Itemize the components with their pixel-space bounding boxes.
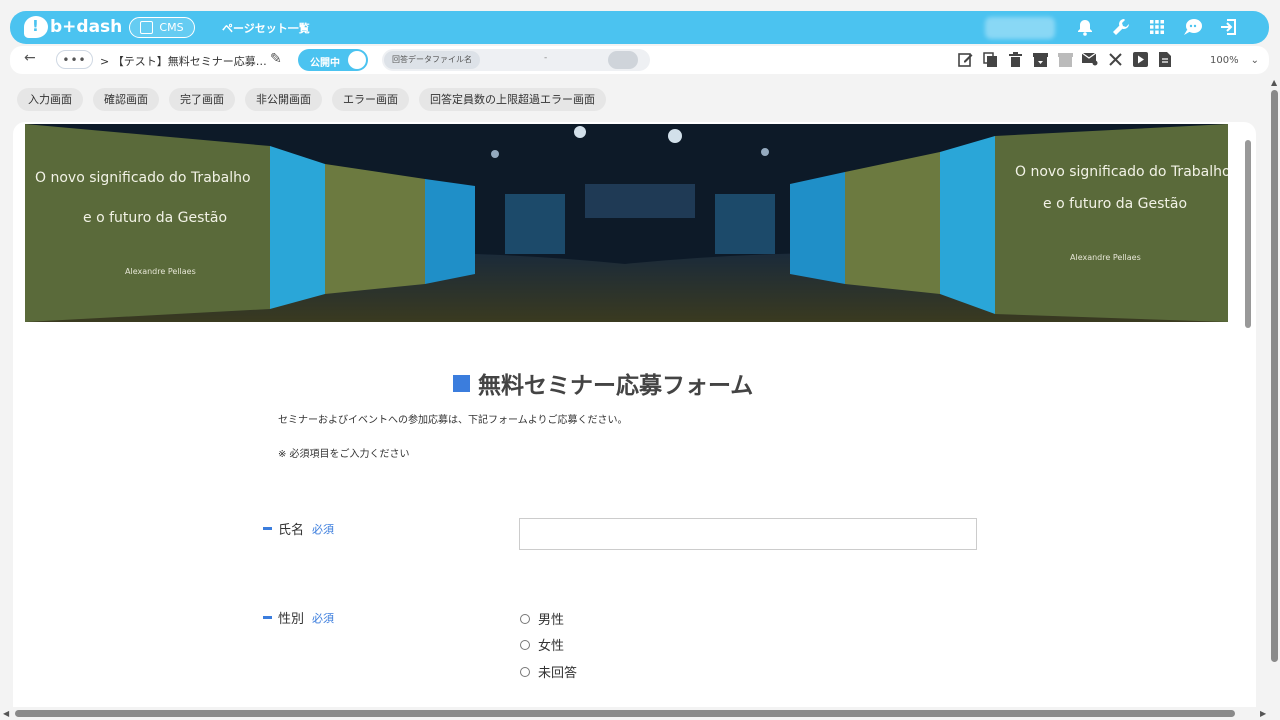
gender-field-label: 性別 必須 <box>263 608 334 627</box>
edit-icon <box>140 21 154 34</box>
back-arrow-icon[interactable]: ← <box>24 50 36 66</box>
page-set-list-link[interactable]: ページセット一覧 <box>222 20 310 36</box>
chevron-down-icon: ⌄ <box>1250 54 1259 66</box>
cms-label: CMS <box>159 21 184 34</box>
label-dash-icon <box>263 616 272 619</box>
form-title-text: 無料セミナー応募フォーム <box>478 373 754 399</box>
user-name-blurred <box>985 17 1055 39</box>
gender-option-label: 未回答 <box>538 666 578 681</box>
gender-option-female[interactable]: 女性 <box>520 635 564 654</box>
grid-icon[interactable] <box>1147 17 1167 37</box>
banner-right-line2: e o futuro da Gestão <box>1043 196 1187 212</box>
label-dash-icon <box>263 527 272 530</box>
file-edit-button[interactable] <box>608 51 638 69</box>
tab-error-screen[interactable]: エラー画面 <box>332 88 409 111</box>
zoom-value: 100% <box>1210 54 1239 66</box>
response-file-name-field[interactable]: 回答データファイル名 - <box>382 49 650 71</box>
banner-left-line2: e o futuro da Gestão <box>83 210 227 226</box>
required-note: ※ 必須項目をご入力ください <box>278 449 410 460</box>
gender-option-label: 女性 <box>538 639 565 654</box>
gender-option-male[interactable]: 男性 <box>520 609 564 628</box>
radio-circle-icon[interactable] <box>520 666 530 677</box>
copy-icon[interactable] <box>982 51 998 67</box>
edit-page-icon[interactable] <box>957 51 973 67</box>
breadcrumb[interactable]: > 【テスト】無料セミナー応募… <box>100 53 267 69</box>
zoom-select[interactable]: 100% ⌄ <box>1190 50 1259 70</box>
more-menu-button[interactable]: ••• <box>56 50 93 69</box>
chat-icon[interactable] <box>1183 17 1203 37</box>
form-intro-text: セミナーおよびイベントへの参加応募は、下記フォームよりご応募ください。 <box>278 415 628 426</box>
horizontal-scrollbar[interactable] <box>15 710 1235 717</box>
tab-complete-screen[interactable]: 完了画面 <box>169 88 235 111</box>
event-banner-image: O novo significado do Trabalho e o futur… <box>25 124 1228 322</box>
unarchive-icon <box>1057 51 1073 67</box>
page-toolbar: ← ••• > 【テスト】無料セミナー応募… ✎ 公開中 回答データファイル名 … <box>10 46 1269 74</box>
scroll-left-arrow-icon[interactable]: ◀ <box>3 709 9 718</box>
archive-icon[interactable] <box>1032 51 1048 67</box>
trash-icon[interactable] <box>1007 51 1023 67</box>
toggle-knob <box>348 51 366 69</box>
screen-tabs: 入力画面 確認画面 完了画面 非公開画面 エラー画面 回答定員数の上限超過エラー… <box>17 88 606 111</box>
top-navigation-bar: b+dash CMS ページセット一覧 <box>10 11 1269 44</box>
tab-private-screen[interactable]: 非公開画面 <box>245 88 322 111</box>
name-field-label: 氏名 必須 <box>263 519 334 538</box>
name-input[interactable] <box>519 518 977 550</box>
required-badge: 必須 <box>312 522 335 536</box>
tab-capacity-error-screen[interactable]: 回答定員数の上限超過エラー画面 <box>419 88 606 111</box>
radio-circle-icon[interactable] <box>520 639 530 650</box>
preview-play-icon[interactable] <box>1132 51 1148 67</box>
publish-status-toggle[interactable]: 公開中 <box>298 49 368 71</box>
scroll-right-arrow-icon[interactable]: ▶ <box>1260 709 1266 718</box>
gender-option-label: 男性 <box>538 613 565 628</box>
inner-vertical-scrollbar[interactable] <box>1245 140 1251 328</box>
file-name-value: - <box>544 53 548 63</box>
pencil-icon[interactable]: ✎ <box>270 51 282 67</box>
gender-label-text: 性別 <box>278 612 305 627</box>
form-title: 無料セミナー応募フォーム <box>453 366 753 400</box>
status-label: 公開中 <box>310 58 340 69</box>
wrench-icon[interactable] <box>1111 17 1131 37</box>
required-badge: 必須 <box>312 611 335 625</box>
banner-right-line1: O novo significado do Trabalho <box>1015 164 1228 180</box>
title-square-icon <box>453 374 470 392</box>
gender-option-no-answer[interactable]: 未回答 <box>520 662 577 681</box>
logo-bubble-icon <box>24 16 48 38</box>
logout-icon[interactable] <box>1219 17 1239 37</box>
mail-icon[interactable] <box>1082 51 1098 67</box>
tab-input-screen[interactable]: 入力画面 <box>17 88 83 111</box>
page-preview: O novo significado do Trabalho e o futur… <box>13 122 1256 720</box>
logo-text: b+dash <box>50 17 123 37</box>
cms-button[interactable]: CMS <box>129 17 195 38</box>
tools-icon[interactable] <box>1107 51 1123 67</box>
bell-icon[interactable] <box>1075 17 1095 37</box>
outer-vertical-scrollbar[interactable] <box>1271 90 1278 662</box>
banner-left-line1: O novo significado do Trabalho <box>35 170 251 186</box>
file-name-label: 回答データファイル名 <box>384 51 480 69</box>
radio-circle-icon[interactable] <box>520 613 530 624</box>
bdash-logo[interactable]: b+dash <box>24 15 122 39</box>
tab-confirm-screen[interactable]: 確認画面 <box>93 88 159 111</box>
banner-right-name: Alexandre Pellaes <box>1070 253 1141 262</box>
name-label-text: 氏名 <box>278 523 305 538</box>
document-icon[interactable] <box>1157 51 1173 67</box>
scroll-up-arrow-icon[interactable]: ▲ <box>1271 78 1277 87</box>
banner-left-name: Alexandre Pellaes <box>125 267 196 276</box>
